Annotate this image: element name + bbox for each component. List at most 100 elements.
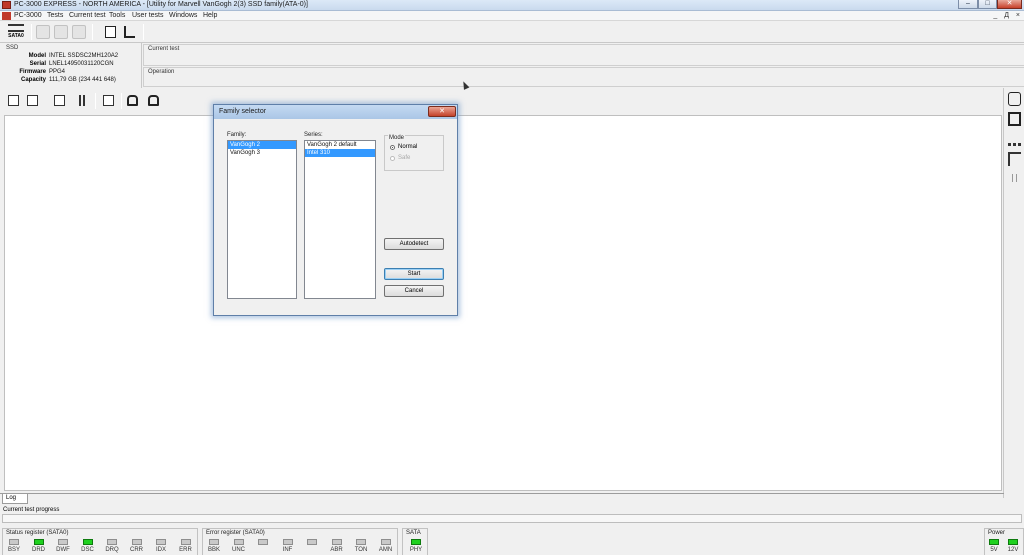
led-label: IDX bbox=[155, 547, 166, 553]
led-label: ERR bbox=[179, 547, 192, 553]
led-label: DRQ bbox=[105, 547, 119, 553]
menu-tests[interactable]: Tests bbox=[47, 12, 63, 19]
led-indicator bbox=[131, 539, 142, 545]
led-indicator bbox=[380, 539, 391, 545]
power-connector-icon[interactable] bbox=[1008, 152, 1021, 166]
mdi-restore-button[interactable]: Д bbox=[1004, 12, 1009, 19]
led-label: UNC bbox=[232, 547, 245, 553]
model-value: INTEL SSDSC2MH120A2 bbox=[49, 53, 119, 59]
save-icon[interactable] bbox=[27, 95, 38, 106]
menu-windows[interactable]: Windows bbox=[169, 12, 197, 19]
ssd-firmware-row: Firmware PPG4 bbox=[4, 69, 144, 77]
mode-normal-radio[interactable] bbox=[390, 145, 395, 150]
error-register-group: Error register (SATA0) BBK UNC INF ABR TON AM… bbox=[202, 528, 398, 555]
led-label: CRR bbox=[130, 547, 143, 553]
autodetect-button[interactable]: Autodetect bbox=[384, 238, 444, 250]
family-list-item[interactable]: VanGogh 3 bbox=[228, 149, 296, 157]
led-indicator bbox=[331, 539, 342, 545]
led-label: AMN bbox=[378, 547, 393, 553]
windows-icon[interactable] bbox=[105, 26, 116, 38]
pause-icon[interactable] bbox=[79, 95, 85, 106]
secondary-toolbar bbox=[0, 90, 1004, 112]
sata-group: SATA PHY bbox=[402, 528, 428, 555]
led-indicator bbox=[58, 539, 68, 545]
mode-label: Mode bbox=[388, 135, 406, 141]
series-list-item[interactable]: Intel 310 bbox=[305, 149, 375, 157]
log-tab[interactable]: Log bbox=[2, 494, 28, 504]
current-test-panel: Current test bbox=[143, 44, 1024, 66]
toolbar-separator bbox=[31, 24, 32, 40]
dialog-title: Family selector bbox=[219, 108, 267, 115]
dialog-close-button[interactable]: ✕ bbox=[428, 106, 456, 117]
menu-pc3000[interactable]: PC-3000 bbox=[14, 12, 42, 19]
maximize-button[interactable]: □ bbox=[978, 0, 997, 9]
mode-safe-radio[interactable] bbox=[390, 156, 395, 161]
ssd-info-box: SSD Model INTEL SSDSC2MH120A2 Serial LNE… bbox=[2, 43, 142, 88]
drive-icon[interactable] bbox=[1008, 112, 1021, 126]
user-icon[interactable] bbox=[124, 26, 135, 38]
sata-connector-icon bbox=[8, 24, 24, 32]
log-tab-line bbox=[0, 493, 1004, 494]
start-button[interactable]: Start bbox=[384, 268, 444, 280]
log-area[interactable] bbox=[4, 115, 1002, 491]
report-icon[interactable] bbox=[72, 25, 86, 39]
serial-value: LNEL14950031120CGN bbox=[49, 61, 114, 67]
mode-normal-label: Normal bbox=[398, 144, 418, 150]
led-indicator bbox=[258, 539, 268, 545]
mode-safe-label: Safe bbox=[398, 155, 411, 161]
power-title: Power bbox=[988, 530, 1006, 536]
led-label: ABR bbox=[330, 547, 343, 553]
model-label: Model bbox=[28, 53, 46, 59]
progress-label: Current test progress bbox=[3, 507, 60, 513]
serial-label: Serial bbox=[29, 61, 46, 67]
led-label: 5V bbox=[990, 547, 998, 553]
ssd-capacity-row: Capacity 111,79 GB (234 441 648) bbox=[4, 77, 144, 85]
led-indicator bbox=[107, 539, 117, 545]
open-icon[interactable] bbox=[8, 95, 19, 106]
menu-user-tests[interactable]: User tests bbox=[132, 12, 164, 19]
family-list[interactable]: VanGogh 2 VanGogh 3 bbox=[227, 140, 297, 299]
operation-panel: Operation bbox=[143, 67, 1024, 87]
binoculars-icon[interactable] bbox=[127, 95, 138, 106]
sata-port-label: SATA0 bbox=[8, 33, 24, 39]
operation-title: Operation bbox=[148, 69, 175, 75]
sata-activity-icon[interactable] bbox=[1008, 92, 1021, 106]
led-label: DRD bbox=[32, 547, 45, 553]
capacity-label: Capacity bbox=[20, 77, 46, 83]
disk-save-icon[interactable] bbox=[54, 95, 65, 106]
menu-bar: PC-3000 Tests Current test Tools User te… bbox=[0, 11, 1024, 21]
dialog-title-bar: Family selector ✕ bbox=[214, 105, 457, 119]
led-indicator bbox=[1008, 539, 1018, 545]
power-group: Power 5V 12V bbox=[984, 528, 1024, 555]
menu-help[interactable]: Help bbox=[203, 12, 217, 19]
ssd-section-title: SSD bbox=[6, 45, 19, 51]
led-label: DWF bbox=[56, 547, 70, 553]
cancel-button[interactable]: Cancel bbox=[384, 285, 444, 297]
series-list[interactable]: VanGogh 2 default Intel 310 bbox=[304, 140, 376, 299]
mdi-close-button[interactable]: × bbox=[1016, 12, 1020, 19]
family-selector-dialog: Family selector ✕ Family: VanGogh 2 VanGo… bbox=[213, 104, 458, 316]
find-next-icon[interactable] bbox=[148, 95, 159, 106]
mdi-minimize-button[interactable]: _ bbox=[993, 12, 997, 19]
sata-port-button[interactable]: SATA0 bbox=[5, 23, 27, 41]
pause-small-icon[interactable] bbox=[1012, 174, 1017, 182]
menu-current-test[interactable]: Current test bbox=[69, 12, 106, 19]
menu-tools[interactable]: Tools bbox=[109, 12, 125, 19]
toolbar-separator bbox=[143, 24, 144, 40]
led-label: TON bbox=[354, 547, 368, 553]
copy-icon[interactable] bbox=[103, 95, 114, 106]
firmware-label: Firmware bbox=[19, 69, 46, 75]
pc3000-logo-icon[interactable] bbox=[2, 12, 11, 20]
led-indicator bbox=[307, 539, 317, 545]
close-button[interactable]: ✕ bbox=[997, 0, 1022, 9]
window-title: PC-3000 EXPRESS - NORTH AMERICA - [Utili… bbox=[14, 1, 308, 8]
series-list-item[interactable]: VanGogh 2 default bbox=[305, 141, 375, 149]
series-label: Series: bbox=[304, 132, 323, 138]
family-label: Family: bbox=[227, 132, 247, 138]
disk-icon[interactable] bbox=[36, 25, 50, 39]
family-list-item[interactable]: VanGogh 2 bbox=[228, 141, 296, 149]
reset-icon[interactable] bbox=[1008, 132, 1021, 146]
mdi-controls: _ Д × bbox=[988, 12, 1020, 19]
minimize-button[interactable]: – bbox=[958, 0, 978, 9]
copy-disk-icon[interactable] bbox=[54, 25, 68, 39]
